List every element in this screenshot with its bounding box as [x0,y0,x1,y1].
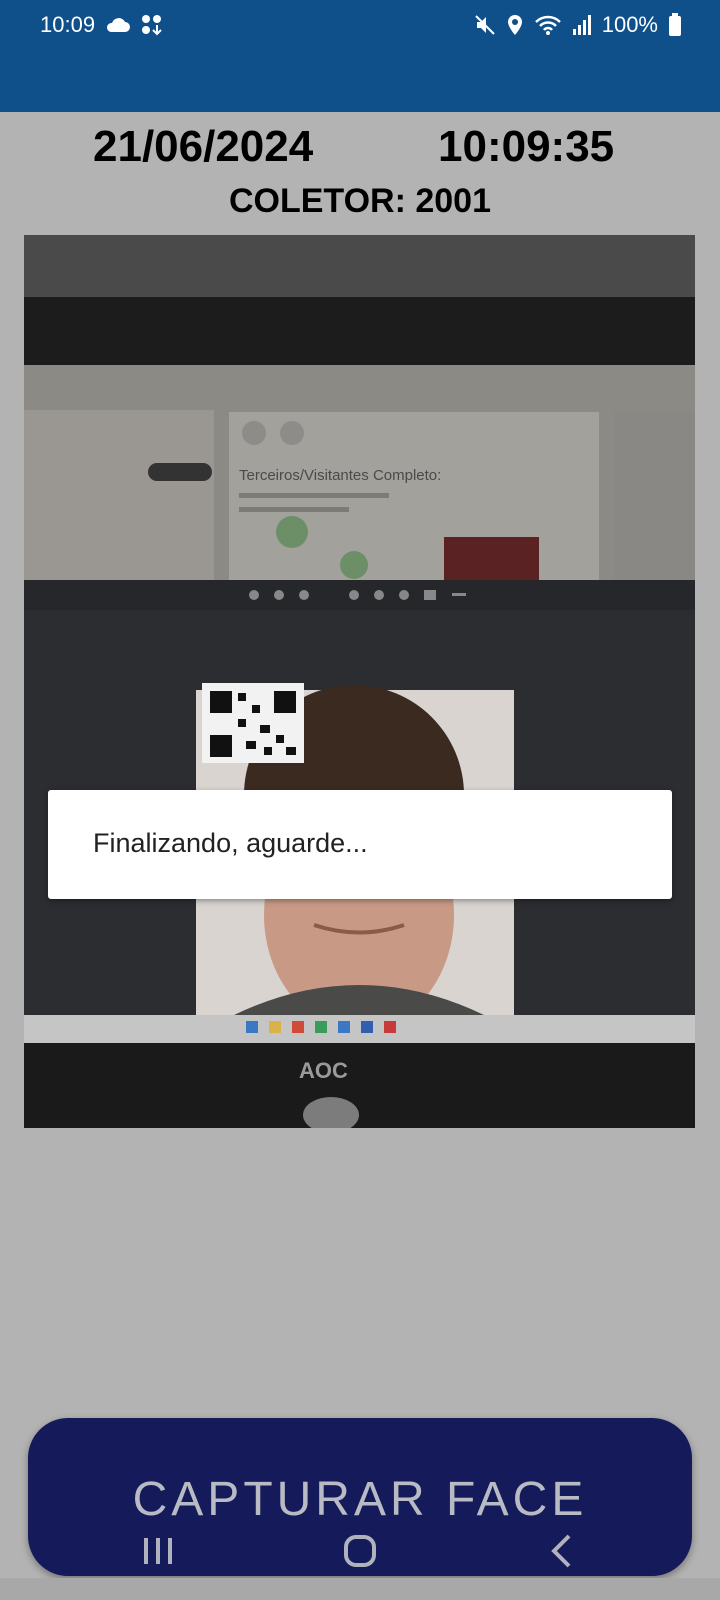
current-date: 21/06/2024 [93,122,314,171]
dim-overlay [24,235,695,1128]
current-time: 10:09:35 [438,122,615,171]
recent-apps-button[interactable] [128,1526,188,1576]
dialog-message: Finalizando, aguarde... [93,828,368,858]
home-button[interactable] [330,1526,390,1576]
back-button[interactable] [532,1526,592,1576]
signal-icon [572,15,592,35]
apps-download-icon [141,14,163,36]
recent-apps-icon [141,1536,175,1566]
progress-dialog: Finalizando, aguarde... [48,790,672,899]
status-right: 100% [474,12,682,38]
collector-label: COLETOR: 2001 [228,182,491,220]
status-left: 10:09 [40,12,163,38]
location-icon [506,14,524,36]
status-time: 10:09 [40,12,96,37]
battery-percentage: 100% [601,12,658,37]
camera-preview: Terceiros/Visitantes Completo: AOC [24,235,695,1128]
battery-icon [668,13,682,37]
wifi-icon [534,14,562,36]
capture-face-label: CAPTURAR FACE [132,1473,588,1526]
home-icon [343,1534,377,1568]
datetime-row: 21/06/2024 10:09:35 [0,118,720,178]
back-icon [549,1533,575,1569]
mute-icon [474,14,496,36]
status-bar: 10:09 100% [0,0,720,112]
cloud-icon [105,16,131,34]
bottom-strip [0,1578,720,1600]
